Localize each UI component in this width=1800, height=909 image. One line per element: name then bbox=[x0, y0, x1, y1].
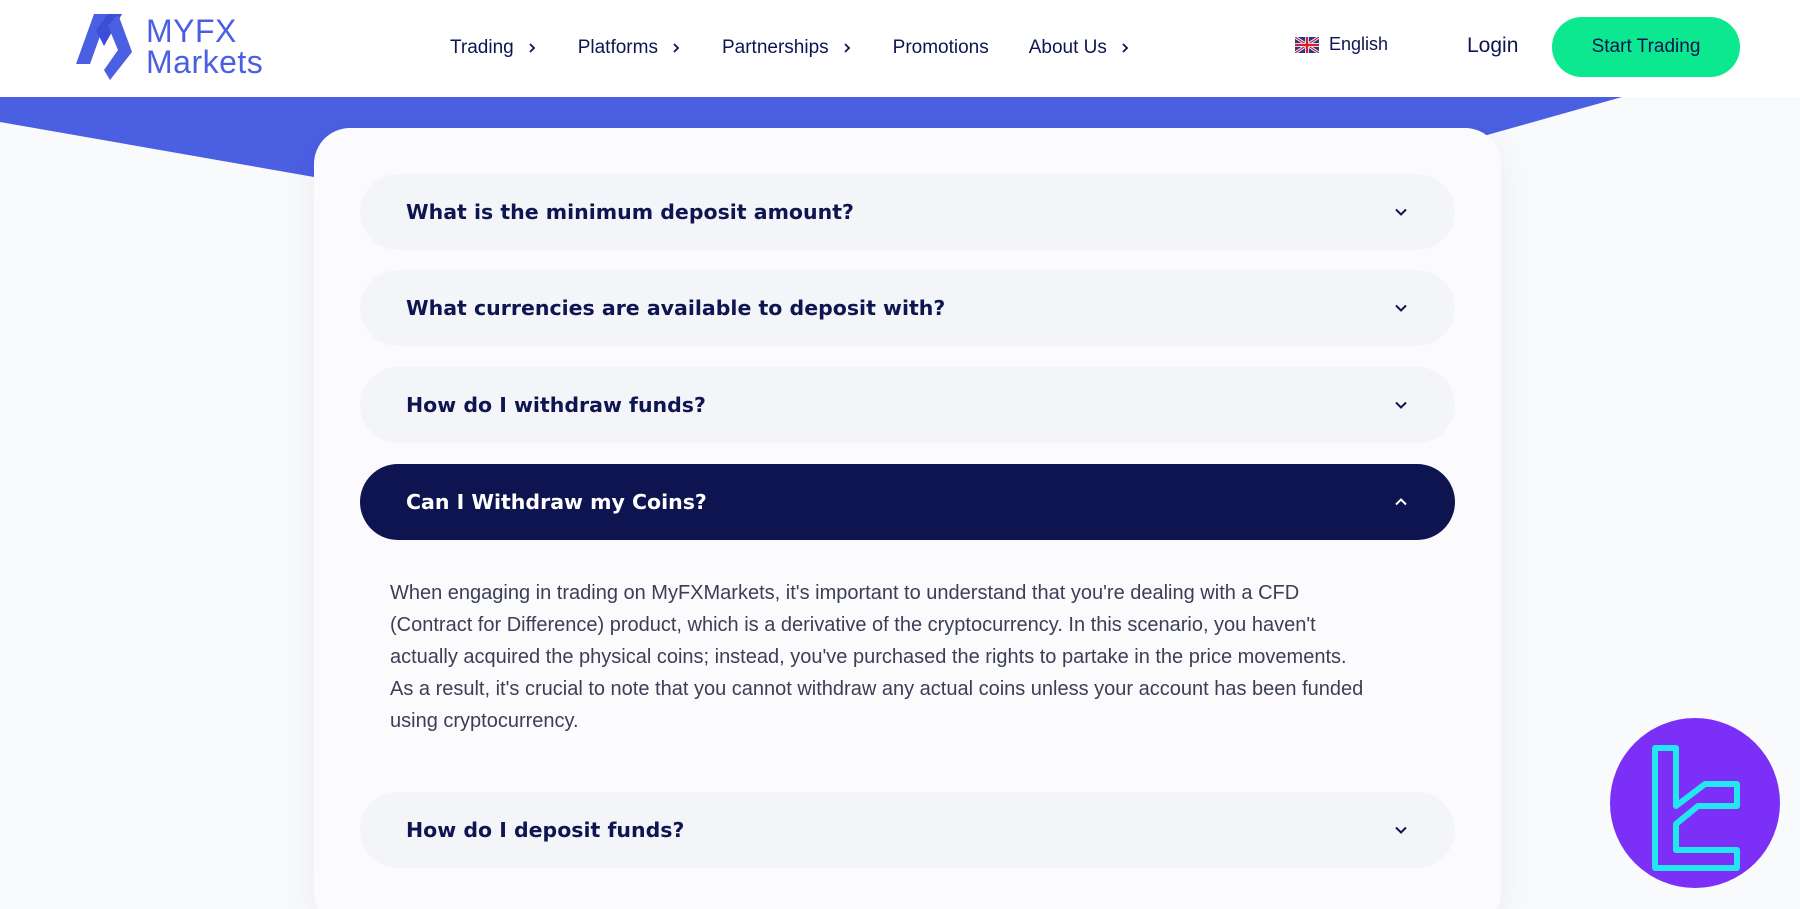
nav-item-label: Partnerships bbox=[721, 37, 829, 58]
main-nav: Trading Platforms Partnerships Promotion… bbox=[450, 30, 1171, 66]
chevron-down-icon bbox=[1393, 204, 1409, 220]
logo-text-line2: Markets bbox=[146, 44, 264, 80]
nav-item-about-us[interactable]: About Us bbox=[1029, 37, 1131, 59]
chevron-down-icon bbox=[1393, 397, 1409, 413]
faq-item-withdraw-funds[interactable]: How do I withdraw funds? bbox=[360, 367, 1455, 443]
faq-item-withdraw-coins[interactable]: Can I Withdraw my Coins? bbox=[360, 464, 1455, 540]
language-label: English bbox=[1329, 34, 1389, 54]
faq-answer-line: using cryptocurrency. bbox=[390, 710, 579, 732]
chevron-down-icon bbox=[1393, 822, 1409, 838]
logo-mark-icon bbox=[76, 14, 132, 80]
faq-answer-line: (Contract for Difference) product, which… bbox=[390, 614, 1316, 636]
chevron-right-icon bbox=[670, 42, 682, 54]
logo[interactable]: MYFX Markets bbox=[74, 12, 284, 82]
chevron-right-icon bbox=[526, 42, 538, 54]
language-selector[interactable]: English bbox=[1295, 34, 1388, 55]
faq-answer-line: When engaging in trading on MyFXMarkets,… bbox=[390, 582, 1300, 604]
faq-item-deposit-funds[interactable]: How do I deposit funds? bbox=[360, 792, 1455, 868]
site-header: MYFX Markets Trading Platforms Partnersh… bbox=[0, 0, 1800, 97]
nav-item-label: Trading bbox=[450, 37, 514, 58]
watermark-badge-icon bbox=[1610, 718, 1780, 888]
nav-item-partnerships[interactable]: Partnerships bbox=[722, 37, 853, 59]
chevron-right-icon bbox=[1119, 42, 1131, 54]
faq-question: What is the minimum deposit amount? bbox=[406, 200, 854, 224]
login-link[interactable]: Login bbox=[1467, 34, 1518, 58]
faq-item-minimum-deposit[interactable]: What is the minimum deposit amount? bbox=[360, 174, 1455, 250]
start-trading-button[interactable]: Start Trading bbox=[1552, 17, 1740, 77]
nav-item-label: About Us bbox=[1028, 37, 1107, 58]
faq-answer-line: As a result, it's crucial to note that y… bbox=[390, 678, 1364, 700]
chevron-down-icon bbox=[1393, 300, 1409, 316]
faq-answer-line: actually acquired the physical coins; in… bbox=[390, 646, 1347, 668]
faq-question: What currencies are available to deposit… bbox=[406, 296, 946, 320]
nav-item-platforms[interactable]: Platforms bbox=[578, 37, 682, 59]
faq-card: What is the minimum deposit amount? What… bbox=[314, 128, 1501, 909]
logo-text-line1: MYFX bbox=[146, 13, 237, 49]
nav-item-trading[interactable]: Trading bbox=[450, 37, 538, 59]
chevron-up-icon bbox=[1393, 494, 1409, 510]
nav-item-label: Promotions bbox=[892, 37, 989, 58]
faq-question: How do I withdraw funds? bbox=[406, 393, 706, 417]
chevron-right-icon bbox=[841, 42, 853, 54]
uk-flag-icon bbox=[1295, 36, 1319, 53]
nav-item-promotions[interactable]: Promotions bbox=[893, 37, 989, 59]
faq-question: Can I Withdraw my Coins? bbox=[406, 490, 707, 514]
faq-item-currencies[interactable]: What currencies are available to deposit… bbox=[360, 270, 1455, 346]
faq-answer: When engaging in trading on MyFXMarkets,… bbox=[390, 577, 1430, 737]
faq-question: How do I deposit funds? bbox=[406, 818, 685, 842]
nav-item-label: Platforms bbox=[577, 37, 658, 58]
